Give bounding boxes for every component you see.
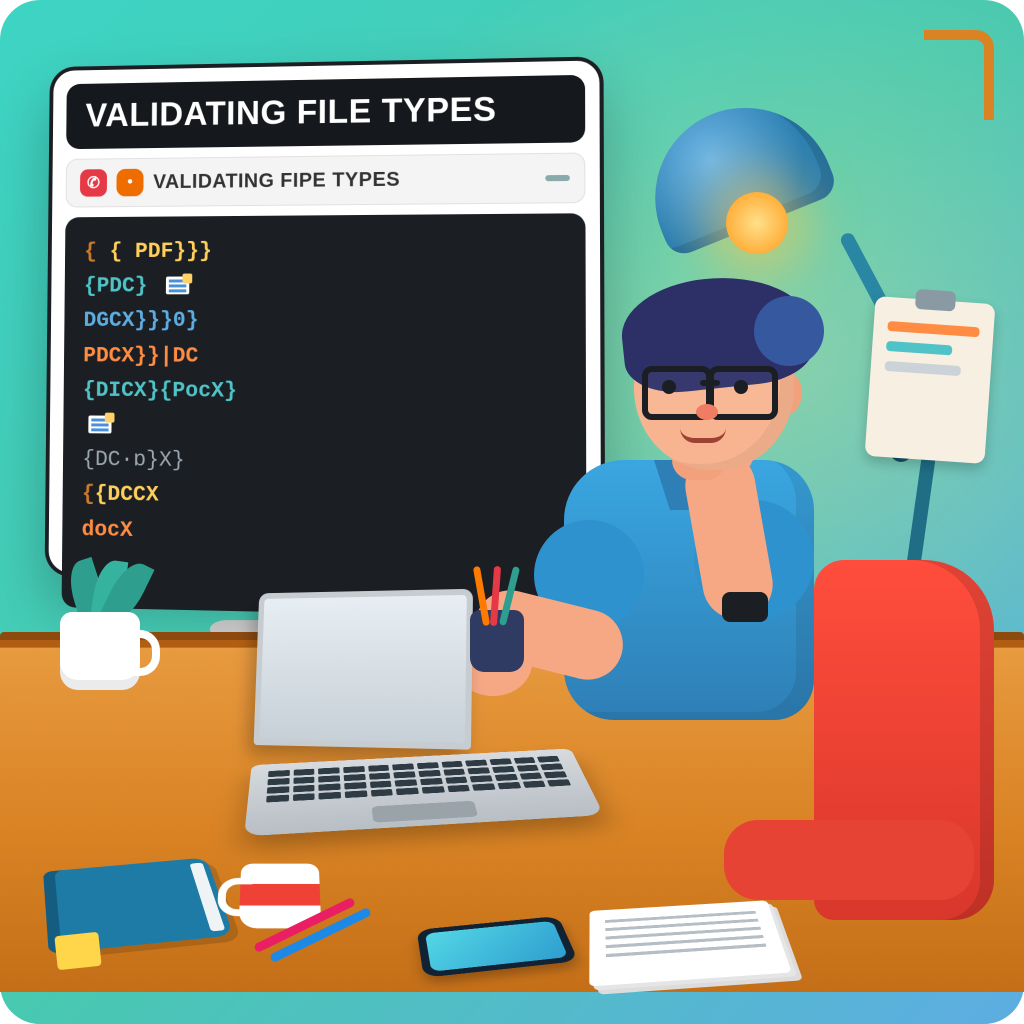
- desk-plant: [72, 560, 132, 620]
- eye-left: [662, 380, 676, 394]
- pencil-cup: [470, 610, 524, 672]
- toolbar-indicator-icon: [545, 175, 570, 181]
- code-line: [82, 407, 314, 444]
- sticky-note-icon: [166, 277, 189, 295]
- clipboard-stripe: [885, 361, 962, 376]
- window-title: VALIDATING FILE TYPES: [66, 75, 585, 149]
- wall-clipboard: [865, 296, 996, 464]
- wall-frame-corner: [924, 30, 994, 120]
- illustration-scene: VALIDATING FILE TYPES ✆ • VALIDATING FIP…: [0, 0, 1024, 1024]
- window-toolbar: ✆ • VALIDATING FIPE TYPES: [66, 153, 586, 208]
- clipboard-stripe: [886, 341, 953, 356]
- code-line: PDCX}}|DC: [83, 338, 315, 374]
- laptop-screen: [254, 589, 473, 750]
- code-column-left: { { PDF}}} {PDC} DGCX}}}0} PDCX}}|DC {DI…: [82, 233, 315, 480]
- glasses-icon: [642, 366, 778, 408]
- lamp-bulb-icon: [726, 192, 788, 254]
- glasses-bridge: [700, 380, 720, 386]
- code-line: {DC·ɒ}X}: [82, 442, 315, 480]
- character-nose: [696, 404, 718, 420]
- window-subtitle: VALIDATING FIPE TYPES: [153, 168, 400, 193]
- paper-notepad: [589, 900, 791, 986]
- code-line: { { PDF}}}: [84, 233, 315, 269]
- clipboard-stripe: [887, 321, 979, 337]
- smartwatch-icon: [722, 592, 768, 622]
- code-line: DGCX}}}0}: [83, 303, 315, 338]
- eye-right: [734, 380, 748, 394]
- traffic-light-orange-icon[interactable]: •: [116, 169, 143, 197]
- code-line: {PDC}: [84, 268, 316, 303]
- sticky-note-icon: [54, 932, 101, 970]
- code-line: docX: [81, 512, 314, 551]
- code-line: {{DCCX: [82, 477, 315, 515]
- code-line: {DICX}{PocX}: [83, 373, 315, 409]
- traffic-light-red-icon[interactable]: ✆: [80, 169, 107, 197]
- coffee-mug-white: [60, 612, 140, 690]
- sticky-note-icon: [88, 416, 111, 434]
